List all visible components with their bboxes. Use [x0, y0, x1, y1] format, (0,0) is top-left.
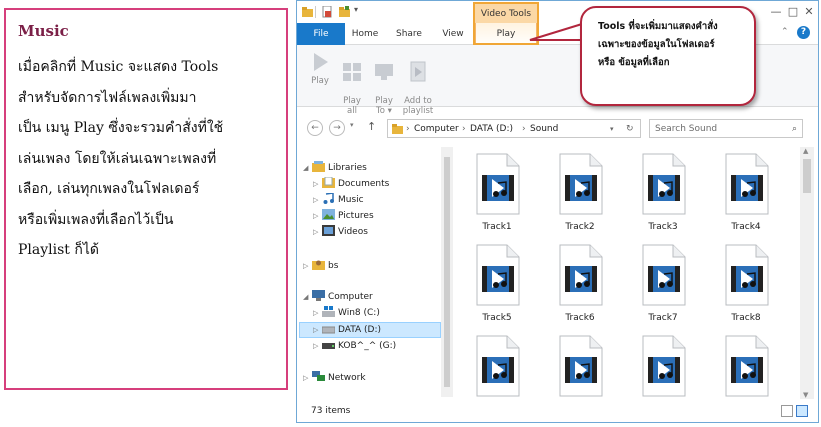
file-label: Track2 — [565, 222, 595, 232]
nav-bs[interactable]: ▷ bs — [303, 259, 338, 273]
video-file-icon — [642, 244, 686, 306]
video-file-icon — [559, 335, 603, 397]
nav-documents[interactable]: ▷ Documents — [313, 177, 389, 191]
file-item[interactable]: Track2 — [548, 151, 612, 237]
file-item[interactable]: Track4 — [714, 151, 778, 237]
file-item[interactable]: Track7 — [631, 242, 695, 328]
system-drive-icon — [322, 306, 335, 317]
video-file-icon — [476, 153, 520, 215]
video-file-icon — [725, 335, 769, 397]
playlist-add-icon — [410, 61, 426, 82]
drive-icon — [322, 326, 335, 334]
folder-icon[interactable] — [302, 6, 313, 18]
video-file-icon — [476, 335, 520, 397]
file-label: Track6 — [565, 313, 595, 323]
removable-drive-icon — [322, 343, 335, 349]
callout-text: Tools ที่จะเพิ่มมาแสดงคำสั่ง เฉพาะของข้อ… — [598, 21, 718, 68]
new-folder-icon[interactable] — [339, 6, 350, 18]
properties-icon[interactable] — [322, 6, 333, 18]
card-title: Music — [18, 22, 69, 40]
documents-icon — [322, 177, 335, 188]
tab-home[interactable]: Home — [349, 23, 381, 45]
play-button[interactable]: Play — [305, 51, 335, 86]
video-file-icon — [725, 153, 769, 215]
user-folder-icon — [312, 260, 325, 270]
nav-scrollbar[interactable] — [441, 147, 453, 397]
network-icon — [312, 371, 325, 381]
computer-icon — [312, 290, 325, 301]
file-item[interactable]: Track5 — [465, 242, 529, 328]
video-file-icon — [642, 335, 686, 397]
file-label: Track7 — [648, 313, 678, 323]
nav-libraries[interactable]: ◢ Libraries — [303, 161, 367, 175]
breadcrumb-sound[interactable]: Sound — [530, 120, 558, 138]
file-label: Track8 — [731, 313, 761, 323]
play-all-button[interactable]: Play all — [337, 51, 367, 116]
help-icon[interactable]: ? — [797, 26, 810, 39]
pictures-icon — [322, 209, 335, 220]
ribbon-collapse-icon[interactable]: ⌃ — [781, 27, 789, 37]
close-icon[interactable]: ✕ — [800, 5, 818, 19]
card-body: เมื่อคลิกที่ Music จะแสดง Tools สำหรับจั… — [18, 59, 224, 258]
file-label: Track4 — [731, 222, 761, 232]
up-icon[interactable]: ↑ — [367, 120, 376, 133]
file-label: Track3 — [648, 222, 678, 232]
music-icon — [323, 193, 334, 204]
nav-win8-drive[interactable]: ▷ Win8 (C:) — [313, 306, 380, 320]
status-bar: 73 items — [297, 403, 818, 422]
search-icon: ⌕ — [791, 124, 797, 134]
play-all-icon — [343, 63, 361, 81]
tab-share[interactable]: Share — [391, 23, 427, 45]
folder-icon — [392, 124, 403, 134]
file-item[interactable]: Track3 — [631, 151, 695, 237]
callout-tail — [529, 22, 588, 41]
recent-locations-icon[interactable]: ▾ — [350, 121, 354, 129]
file-item[interactable]: Track8 — [714, 242, 778, 328]
refresh-icon[interactable]: ↻ — [626, 120, 634, 138]
item-count: 73 items — [311, 406, 351, 416]
customize-qat-icon[interactable]: ▾ — [354, 5, 358, 14]
address-dropdown-icon[interactable]: ▾ — [610, 120, 614, 138]
videos-icon — [322, 225, 335, 236]
breadcrumb-data-drive[interactable]: DATA (D:) — [470, 120, 513, 138]
nav-pictures[interactable]: ▷ Pictures — [313, 209, 374, 223]
video-file-icon — [559, 244, 603, 306]
breadcrumb-computer[interactable]: Computer — [414, 120, 459, 138]
nav-videos[interactable]: ▷ Videos — [313, 225, 368, 239]
files-scrollbar[interactable]: ▲ ▼ — [800, 147, 814, 399]
file-grid: Track1 Track2 Track3 Track4 Track5 Track6 Trac… — [465, 151, 801, 397]
back-icon[interactable]: ← — [307, 120, 323, 136]
details-view-icon[interactable] — [781, 405, 793, 417]
minimize-icon[interactable]: — — [767, 5, 785, 19]
nav-data-drive[interactable]: ▷ DATA (D:) — [313, 323, 381, 337]
nav-network[interactable]: ▷ Network — [303, 371, 366, 385]
info-card: Music เมื่อคลิกที่ Music จะแสดง Tools สำ… — [4, 8, 288, 390]
play-to-button[interactable]: Play To ▾ — [369, 51, 399, 116]
video-file-icon — [642, 153, 686, 215]
add-to-playlist-button[interactable]: Add to playlist — [401, 51, 435, 116]
video-file-icon — [725, 244, 769, 306]
forward-icon[interactable]: → — [329, 120, 345, 136]
play-icon — [314, 53, 328, 71]
search-input[interactable]: Search Sound ⌕ — [649, 119, 803, 138]
navigation-pane: ◢ Libraries ▷ Documents ▷ Music ▷ Pictures ▷… — [297, 149, 447, 397]
tab-view[interactable]: View — [437, 23, 469, 45]
play-to-icon — [375, 64, 393, 80]
address-bar[interactable]: › Computer › DATA (D:) › Sound ▾ ↻ — [387, 119, 641, 138]
large-icons-view-icon[interactable] — [796, 405, 808, 417]
address-row: ← → ▾ ↑ › Computer › DATA (D:) › Sound ▾… — [297, 115, 818, 143]
file-item[interactable]: Track6 — [548, 242, 612, 328]
video-file-icon — [476, 244, 520, 306]
callout-bubble: Tools ที่จะเพิ่มมาแสดงคำสั่ง เฉพาะของข้อ… — [580, 6, 756, 106]
nav-kob-drive[interactable]: ▷ KOB^_^ (G:) — [313, 339, 396, 353]
nav-music[interactable]: ▷ Music — [313, 193, 364, 207]
video-file-icon — [559, 153, 603, 215]
libraries-icon — [312, 161, 325, 172]
nav-computer[interactable]: ◢ Computer — [303, 290, 373, 304]
file-item[interactable]: Track1 — [465, 151, 529, 237]
tab-file[interactable]: File — [297, 23, 345, 45]
file-label: Track1 — [482, 222, 512, 232]
file-label: Track5 — [482, 313, 512, 323]
